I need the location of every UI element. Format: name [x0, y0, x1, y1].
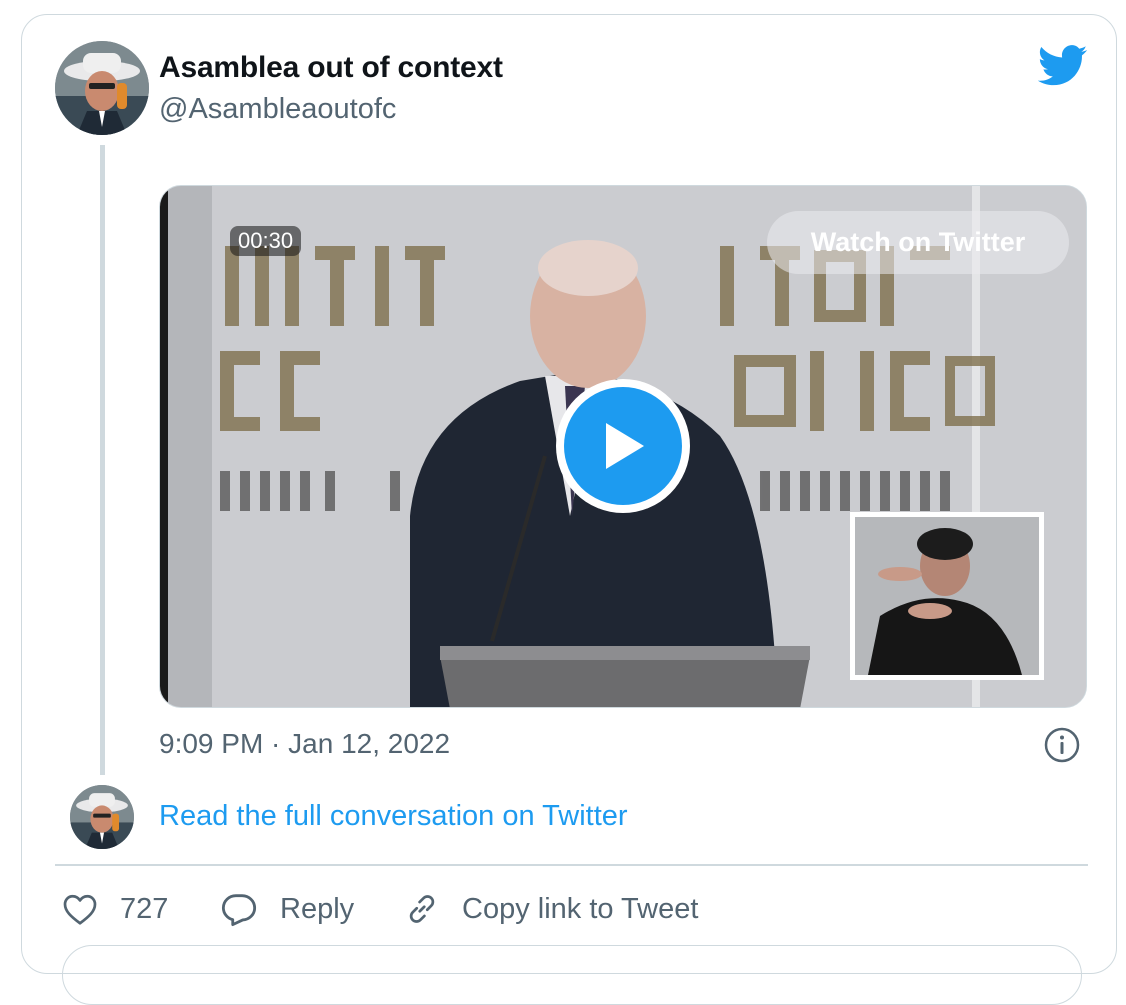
speech-bubble-icon [221, 894, 257, 927]
heart-icon [63, 894, 97, 925]
info-icon[interactable] [1044, 727, 1080, 763]
read-more-pill[interactable] [62, 945, 1082, 1005]
avatar-small[interactable] [70, 785, 134, 849]
thread-line [100, 145, 105, 775]
play-icon [564, 387, 682, 505]
like-button[interactable]: 727 [62, 887, 168, 931]
divider [55, 864, 1088, 866]
reply-label: Reply [280, 892, 355, 925]
copy-link-label: Copy link to Tweet [462, 892, 699, 925]
avatar[interactable] [55, 41, 149, 135]
like-count: 727 [120, 892, 169, 925]
link-icon [409, 895, 435, 923]
watch-on-twitter-button[interactable]: Watch on Twitter [767, 211, 1069, 274]
user-handle[interactable]: @Asambleaoutofc [159, 93, 396, 126]
embedded-tweet-card: Asamblea out of context @Asambleaoutofc [21, 14, 1117, 1005]
video-player[interactable]: 00:30 Watch on Twitter [159, 185, 1087, 708]
reply-button[interactable]: Reply [220, 887, 354, 931]
display-name[interactable]: Asamblea out of context [159, 51, 503, 85]
copy-link-button[interactable]: Copy link to Tweet [404, 887, 698, 931]
tweet-timestamp[interactable]: 9:09 PM · Jan 12, 2022 [159, 728, 450, 760]
play-button[interactable] [556, 379, 690, 513]
read-conversation-link[interactable]: Read the full conversation on Twitter [159, 800, 628, 833]
twitter-bird-icon[interactable] [1038, 45, 1088, 87]
video-duration-badge: 00:30 [230, 226, 302, 256]
